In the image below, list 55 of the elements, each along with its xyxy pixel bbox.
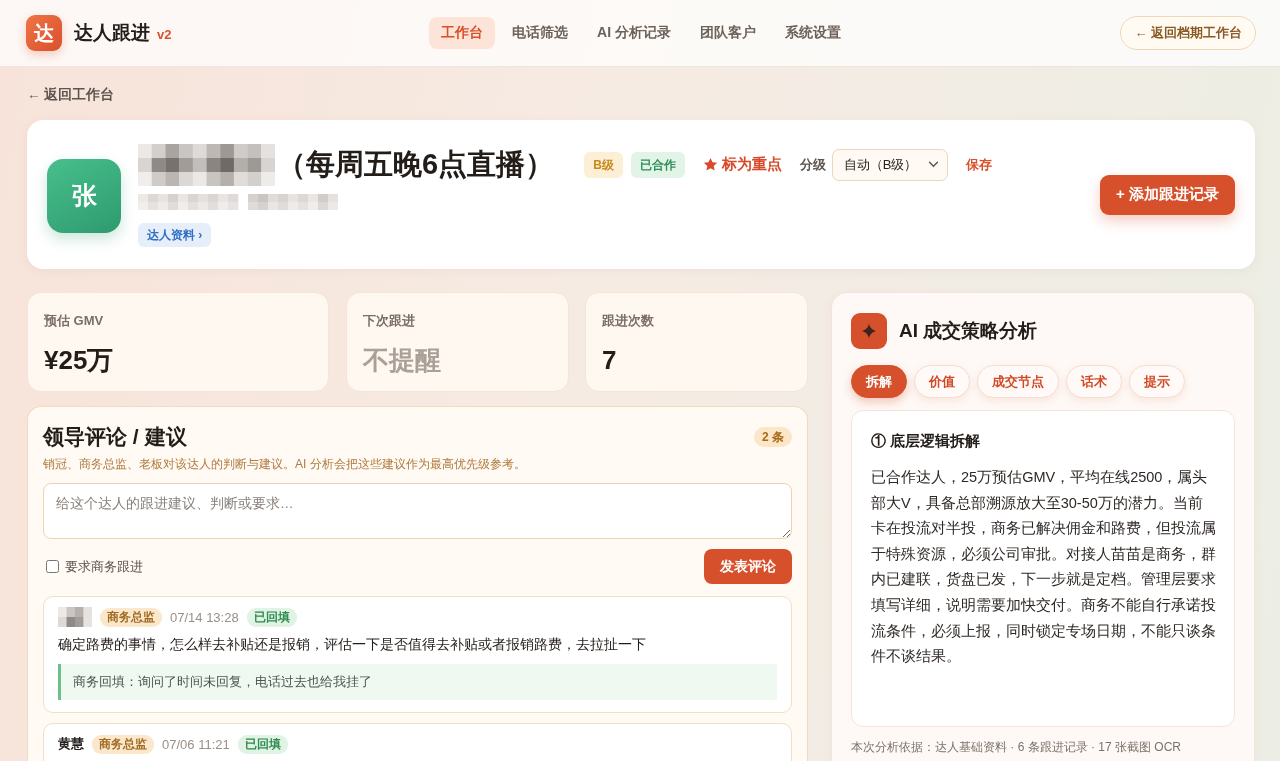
nav-tab[interactable]: AI 分析记录 [585, 17, 683, 49]
app-name: 达人跟进 [74, 21, 150, 45]
analysis-tab[interactable]: 成交节点 [977, 365, 1059, 398]
checkbox[interactable] [46, 560, 59, 573]
pixelated-author [58, 607, 92, 627]
sparkle-icon [851, 313, 887, 349]
version-label: v2 [157, 27, 172, 42]
role-tag: 商务总监 [100, 607, 162, 627]
grade-select[interactable]: 自动（B级） [831, 148, 948, 181]
nav-tab[interactable]: 系统设置 [772, 17, 853, 49]
star-icon [702, 157, 718, 172]
status-badge: 已合作 [630, 151, 685, 178]
analysis-tab[interactable]: 话术 [1066, 365, 1122, 398]
section-title: ① 底层逻辑拆解 [871, 432, 982, 451]
nav-tab[interactable]: 团队客户 [687, 17, 768, 49]
analysis-tab[interactable]: 价值 [914, 365, 970, 398]
app-logo: 达 [26, 15, 62, 51]
back-link[interactable]: ← 返回工作台 [27, 87, 115, 102]
grade-label: 分级 [799, 155, 826, 174]
analysis-tab[interactable]: 提示 [1129, 365, 1185, 398]
chevron-down-icon [927, 160, 939, 168]
add-followup-button[interactable]: + 添加跟进记录 [1100, 174, 1235, 215]
analysis-text: 已合作达人，25万预估GMV，平均在线2500，属头部大V，具备总部溯源放大至30-50万的潜力。当前卡在投流对半投，商务已解决佣金和路费，但投流属于特殊资源，必须公司审批。对接人苗苗是商务，群内已建联，货盘已发，下一步就是定档。管理层要求填写详细，说明需要加快交付。商务不能自行承诺投流条件，必须上报，同时锁定专场日期，不能只谈条件不谈结果。 [871, 468, 1216, 667]
stat-value: 不提醒 [362, 344, 442, 376]
nav-tab[interactable]: 工作台 [429, 17, 496, 49]
panel-description: 销冠、商务总监、老板对该达人的判断与建议。AI 分析会把这些建议作为最高优先级参考。 [43, 456, 527, 473]
role-tag: 商务总监 [92, 734, 154, 754]
status-tag: 已回填 [246, 607, 297, 627]
stat-value: 7 [602, 344, 618, 376]
analysis-tab[interactable]: 拆解 [851, 365, 907, 398]
comment-text: 确定路费的事情，怎么样去补贴还是报销，评估一下是否值得去补贴或者报销路费，去拉扯一下 [58, 636, 647, 654]
checkbox-label: 要求商务跟进 [65, 557, 143, 576]
stat-value: ¥25万 [44, 344, 115, 376]
stat-label: 跟进次数 [602, 312, 655, 330]
stat-label: 预估 GMV [44, 312, 105, 330]
comment-time: 07/14 13:28 [170, 609, 239, 625]
panel-title: 领导评论 / 建议 [43, 424, 187, 450]
back-to-schedule-button[interactable]: ← 返回档期工作台 [1120, 16, 1256, 50]
mark-focus-button[interactable]: 标为重点 [702, 155, 782, 174]
status-badge: B级 [584, 151, 623, 178]
avatar: 张 [47, 158, 121, 233]
submit-comment-button[interactable]: 发表评论 [704, 549, 792, 584]
nav-tab[interactable]: 电话筛选 [500, 17, 581, 49]
analysis-source-note: 本次分析依据：达人基础资料 · 6 条跟进记录 · 17 张截图 OCR [851, 739, 1183, 756]
panel-title: AI 成交策略分析 [899, 319, 1038, 343]
reply-text: 商务回填：询问了时间未回复，电话过去也给我挂了 [58, 664, 777, 700]
stat-label: 下次跟进 [362, 312, 416, 330]
name-note: （每周五晚6点直播） [277, 146, 555, 182]
status-tag: 已回填 [237, 734, 288, 754]
comment-author: 黄慧 [58, 735, 84, 753]
profile-link[interactable]: 达人资料 › [138, 222, 212, 247]
save-button[interactable]: 保存 [965, 155, 992, 174]
comment-time: 07/06 11:21 [162, 736, 230, 752]
comment-input[interactable]: 给这个达人的跟进建议、判断或要求… [43, 483, 792, 539]
count-badge: 2 条 [754, 427, 792, 447]
